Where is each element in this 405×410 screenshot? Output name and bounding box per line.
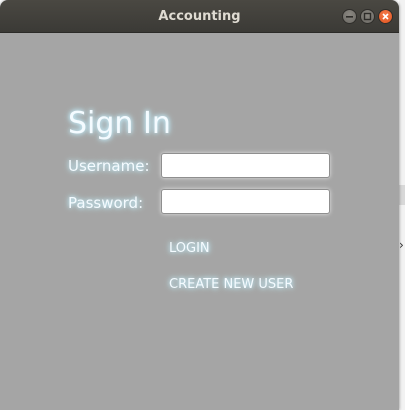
accounting-window: Accounting Sign In Username: Password: L… [0, 0, 399, 410]
close-button[interactable] [378, 9, 393, 24]
password-label: Password: [68, 194, 144, 212]
page-title: Sign In [68, 106, 171, 141]
maximize-button[interactable] [360, 9, 375, 24]
username-label: Username: [68, 157, 150, 175]
minimize-icon [346, 16, 353, 18]
username-field[interactable] [161, 153, 330, 178]
create-new-user-button[interactable]: CREATE NEW USER [169, 277, 293, 292]
title-bar[interactable]: Accounting [0, 0, 399, 33]
desktop-edge-mark [399, 185, 405, 205]
window-controls [342, 9, 393, 24]
window-title: Accounting [158, 9, 241, 24]
close-icon [382, 13, 389, 20]
minimize-button[interactable] [342, 9, 357, 24]
desktop-edge-glyph: › [399, 238, 404, 252]
maximize-icon [363, 12, 372, 21]
sign-in-panel: Sign In Username: Password: LOGIN CREATE… [0, 33, 399, 410]
password-field[interactable] [161, 189, 330, 214]
login-button[interactable]: LOGIN [169, 241, 210, 256]
desktop-background: › [399, 0, 405, 410]
